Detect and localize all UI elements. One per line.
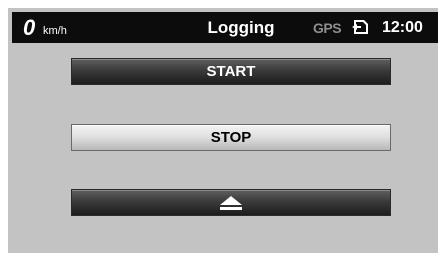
screen-title: Logging [207, 18, 275, 37]
gps-indicator: GPS [313, 20, 342, 36]
start-button[interactable]: START [71, 58, 391, 85]
status-bar: 0 km/h Logging GPS 12:00 [12, 12, 438, 43]
speed-unit: km/h [43, 25, 67, 37]
eject-icon [220, 196, 242, 210]
stop-button-label: STOP [210, 129, 252, 146]
eject-button[interactable] [71, 189, 391, 216]
speed-value: 0 [23, 15, 36, 40]
memory-card-icon [352, 20, 368, 34]
clock: 12:00 [382, 19, 423, 36]
logging-screen: 0 km/h Logging GPS 12:00 START STOP [8, 8, 438, 253]
stop-button[interactable]: STOP [71, 124, 391, 151]
start-button-label: START [206, 63, 256, 80]
